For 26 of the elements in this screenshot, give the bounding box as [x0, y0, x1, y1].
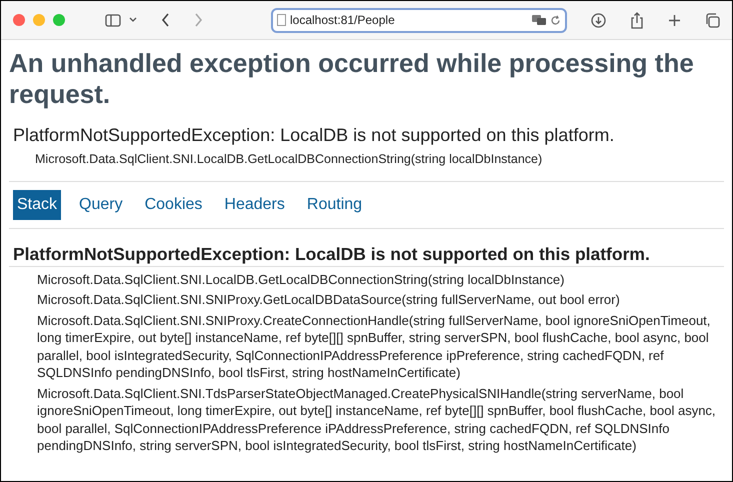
download-icon[interactable] [591, 12, 606, 28]
tabs-overview-icon[interactable] [705, 12, 720, 28]
stack-frame: Microsoft.Data.SqlClient.SNI.TdsParserStateObjectManaged.CreatePhysicalSNIHandle(string serverName, bool ignoreSniOpenTimeout, long timerExpire, out byte[] instanceName, ref byte[][] spnBuffer, bool flushCache, bool async, bool parallel, SqlConnectionIPAddressPreference iPAddressPreference, string cachedFQDN, ref SQLDNSInfo pendingDNSInfo, string serverSPN, bool isIntegratedSecurity, bool tlsFirst, string hostNameInCertificate) [37, 384, 716, 455]
exception-message: PlatformNotSupportedException: LocalDB is not supported on this platform. [13, 124, 616, 146]
exception-location: Microsoft.Data.SqlClient.SNI.LocalDB.GetLocalDBConnectionString(string localDbInstance) [35, 151, 544, 168]
page-icon [277, 14, 286, 26]
sidebar-icon[interactable] [105, 14, 121, 26]
back-icon[interactable] [161, 13, 170, 27]
stack-frame: Microsoft.Data.SqlClient.SNI.SNIProxy.CreateConnectionHandle(string fullServerName, bool ignoreSniOpenTimeout, long timerExpire, out byte[] instanceName, ref byte[][] spnBuffer, string serverSPN, bool flushCache, bool async, bool parallel, bool isIntegratedSecurity, SqlConnectionIPAddressPreference ipPreference, string cachedFQDN, ref SQLDNSInfo pendingDNSInfo, bool tlsFirst, string hostNameInCertificate) [37, 312, 716, 382]
translate-icon[interactable] [532, 14, 546, 26]
chevron-down-icon[interactable] [129, 17, 137, 23]
tab[interactable]: Headers [220, 190, 289, 220]
stack-frame: Microsoft.Data.SqlClient.SNI.LocalDB.GetLocalDBConnectionString(string localDbInstance) [37, 270, 716, 288]
stack-heading: PlatformNotSupportedException: LocalDB is not supported on this platform. [13, 242, 651, 266]
address-field[interactable]: localhost:81/People [271, 8, 567, 32]
close-window-icon[interactable] [13, 14, 25, 26]
reload-icon[interactable] [550, 14, 561, 26]
tab[interactable]: Cookies [140, 190, 206, 220]
share-icon[interactable] [630, 12, 644, 28]
tab[interactable]: Query [75, 190, 127, 220]
stack-frame: Microsoft.Data.SqlClient.SNI.SNIProxy.GetLocalDBDataSource(string fullServerName, out bool error) [37, 291, 716, 309]
plus-icon[interactable] [668, 14, 681, 26]
tab[interactable]: Stack [13, 190, 62, 220]
address-text: localhost:81/People [290, 12, 396, 29]
error-title: An unhandled exception occurred while processing the request. [9, 48, 695, 110]
tab[interactable]: Routing [302, 190, 366, 220]
